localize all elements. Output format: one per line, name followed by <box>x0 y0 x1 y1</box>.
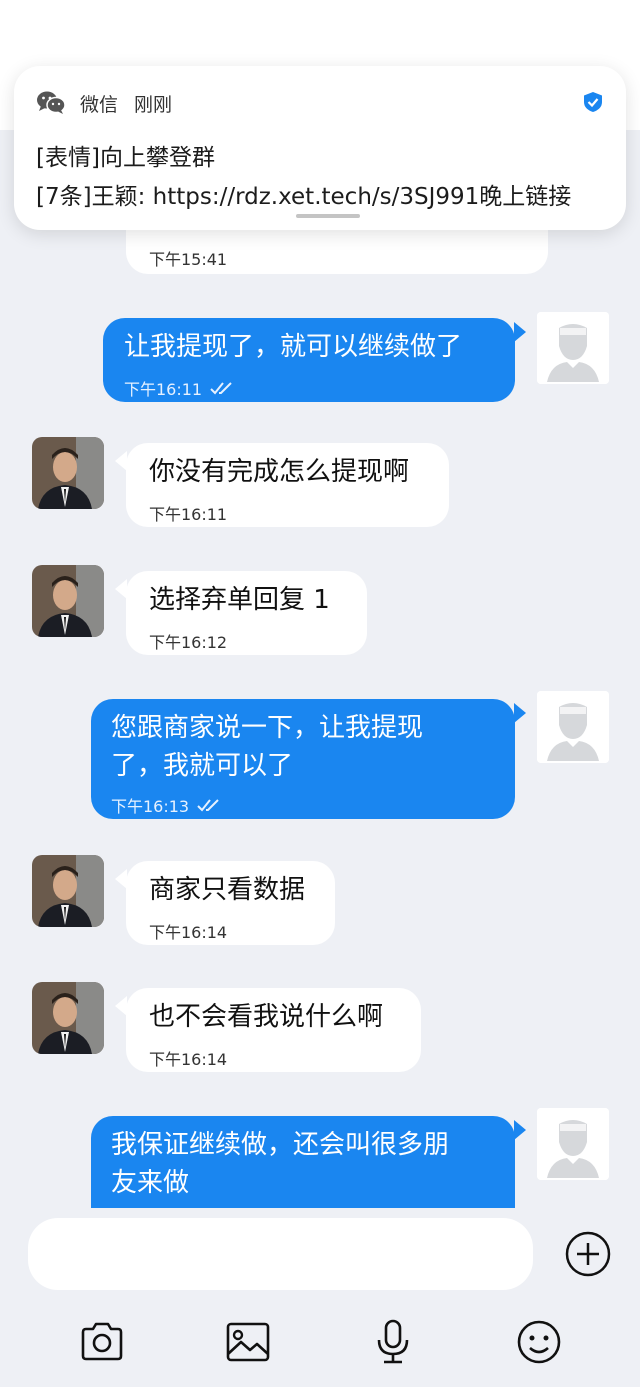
message-time: 下午16:13 <box>111 793 223 817</box>
message-bubble[interactable]: 你没有完成怎么提现啊 下午16:11 <box>126 443 449 527</box>
message-text: 让我提现了，就可以继续做了 <box>124 332 463 362</box>
notification-title: [表情]向上攀登群 <box>36 145 215 171</box>
message-time-label: 下午16:11 <box>124 380 203 399</box>
message-time: 下午15:41 <box>149 250 228 269</box>
message-time: 下午16:12 <box>149 633 228 652</box>
default-avatar-icon <box>537 691 609 763</box>
verified-shield-icon <box>584 92 602 112</box>
default-avatar-icon <box>537 312 609 384</box>
add-icon[interactable] <box>564 1230 612 1278</box>
microphone-icon[interactable] <box>369 1318 417 1366</box>
avatar[interactable] <box>537 691 609 763</box>
message-time: 下午16:11 <box>124 376 236 400</box>
notification-app-name: 微信 <box>80 93 119 116</box>
avatar[interactable] <box>32 565 104 637</box>
avatar[interactable] <box>32 437 104 509</box>
contact-avatar-icon <box>32 565 104 637</box>
message-time: 下午16:14 <box>149 1050 228 1069</box>
input-bar <box>0 1208 640 1387</box>
message-time-label: 下午16:13 <box>111 797 190 816</box>
notification-time: 刚刚 <box>134 93 173 116</box>
contact-avatar-icon <box>32 855 104 927</box>
message-bubble[interactable]: 您跟商家说一下，让我提现 了，我就可以了 下午16:13 <box>91 699 515 819</box>
wechat-icon <box>37 91 66 114</box>
message-text-line: 您跟商家说一下，让我提现 <box>111 713 424 743</box>
camera-icon[interactable] <box>78 1318 126 1366</box>
bubble-tail <box>514 322 526 342</box>
message-bubble[interactable]: 让我提现了，就可以继续做了 下午16:11 <box>103 318 515 402</box>
message-bubble[interactable]: 商家只看数据 下午16:14 <box>126 861 335 945</box>
bubble-tail <box>514 1120 526 1140</box>
notification-header: 微信 刚刚 <box>36 88 172 118</box>
message-text-line: 我保证继续做，还会叫很多朋 <box>111 1130 450 1160</box>
message-text-line: 了，我就可以了 <box>111 751 294 781</box>
default-avatar-icon <box>537 1108 609 1180</box>
notification-drag-handle[interactable] <box>296 214 360 218</box>
avatar[interactable] <box>32 982 104 1054</box>
message-time: 下午16:14 <box>149 923 228 942</box>
avatar[interactable] <box>537 1108 609 1180</box>
message-bubble[interactable]: 也不会看我说什么啊 下午16:14 <box>126 988 421 1072</box>
avatar[interactable] <box>537 312 609 384</box>
image-icon[interactable] <box>224 1318 272 1366</box>
emoji-icon[interactable] <box>515 1318 563 1366</box>
message-input[interactable] <box>28 1218 533 1290</box>
notification-banner[interactable]: 微信 刚刚 [表情]向上攀登群 [7条]王颖: https://rdz.xet.… <box>14 66 626 230</box>
notification-body: [7条]王颖: https://rdz.xet.tech/s/3SJ991晚上链… <box>36 184 572 210</box>
double-check-icon <box>197 799 219 812</box>
bubble-tail <box>514 703 526 723</box>
message-time: 下午16:11 <box>149 505 228 524</box>
double-check-icon <box>210 382 232 395</box>
avatar[interactable] <box>32 855 104 927</box>
contact-avatar-icon <box>32 982 104 1054</box>
message-text: 你没有完成怎么提现啊 <box>149 457 410 487</box>
message-text: 也不会看我说什么啊 <box>149 1002 384 1032</box>
message-text: 商家只看数据 <box>149 875 306 905</box>
message-bubble[interactable]: 选择弃单回复 1 下午16:12 <box>126 571 367 655</box>
message-text: 选择弃单回复 1 <box>149 585 330 615</box>
contact-avatar-icon <box>32 437 104 509</box>
message-text-line: 友来做 <box>111 1168 190 1198</box>
